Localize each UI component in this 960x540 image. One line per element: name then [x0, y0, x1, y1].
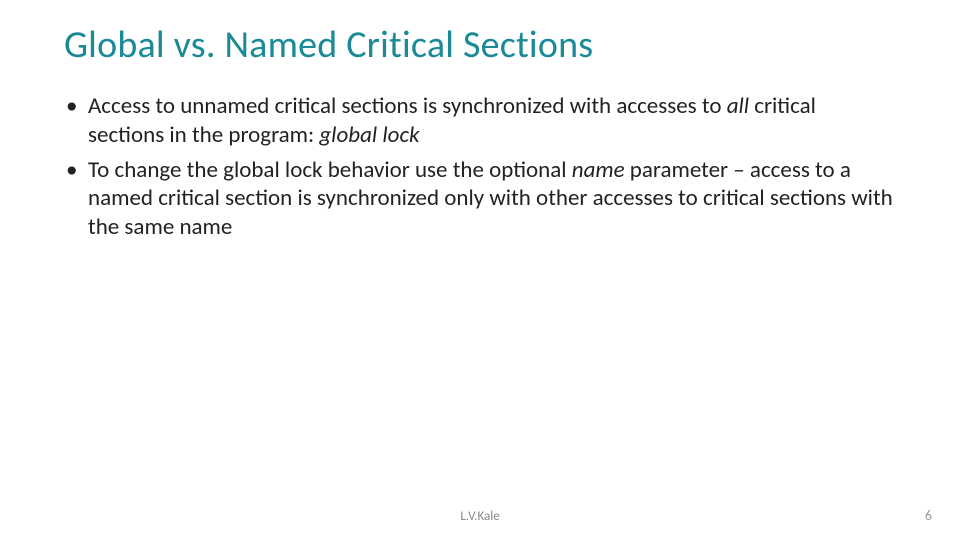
- slide: Global vs. Named Critical Sections Acces…: [0, 0, 960, 540]
- bullet-2-italic-name: name: [572, 156, 625, 184]
- footer-page-number: 6: [925, 507, 932, 524]
- bullet-list: Access to unnamed critical sections is s…: [64, 92, 896, 242]
- bullet-1: Access to unnamed critical sections is s…: [64, 92, 896, 150]
- footer-author: L.V.Kale: [0, 509, 960, 524]
- bullet-2: To change the global lock behavior use t…: [64, 156, 896, 242]
- bullet-1-text-a: Access to unnamed critical sections is s…: [88, 92, 727, 120]
- bullet-2-text-a: To change the global lock behavior use t…: [88, 156, 572, 184]
- bullet-1-italic-all: all: [727, 92, 749, 120]
- bullet-1-italic-global-lock: global lock: [319, 121, 419, 149]
- slide-body: Access to unnamed critical sections is s…: [64, 92, 896, 242]
- slide-title: Global vs. Named Critical Sections: [64, 22, 896, 68]
